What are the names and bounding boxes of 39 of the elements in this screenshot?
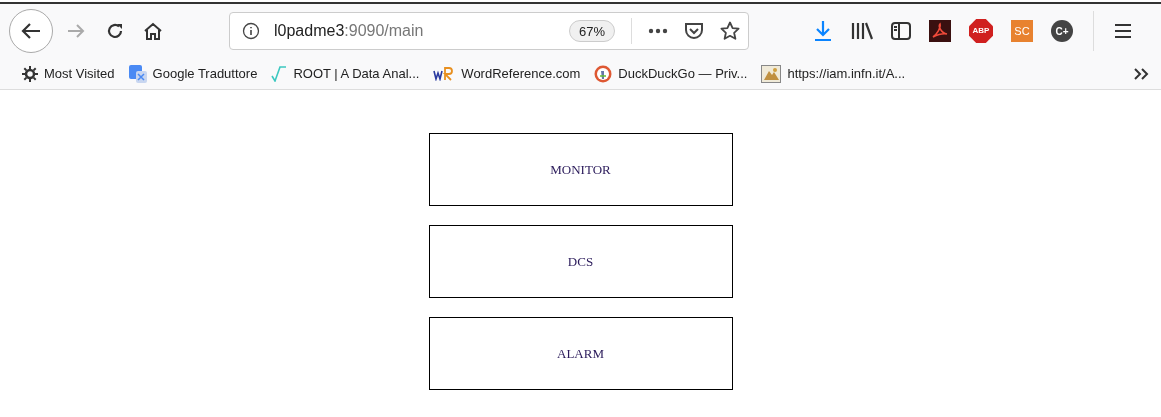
library-icon[interactable] [851,22,873,40]
more-icon[interactable] [648,28,668,34]
bookmark-item[interactable]: https://iam.infn.it/A... [761,63,906,84]
zoom-level[interactable]: 67% [568,20,615,42]
home-icon [143,22,163,40]
bookmark-item[interactable]: Google Traduttore [128,63,258,84]
back-button[interactable] [9,9,53,53]
gear-icon [22,65,38,82]
document-icon[interactable] [929,20,951,42]
url-text: l0padme3:9090/main [274,21,424,41]
menu-button[interactable]: ALARM [428,317,733,390]
image-icon [761,64,782,83]
translate-icon [128,64,147,83]
forward-arrow-icon [67,23,85,39]
menu-button[interactable] [1114,23,1132,39]
duck-icon [594,64,613,83]
menu-button[interactable]: DCS [428,225,733,298]
menu-button[interactable]: MONITOR [428,133,733,206]
sidebar-icon[interactable] [891,22,911,40]
pocket-icon[interactable] [684,22,704,40]
more-bookmarks-button[interactable] [1133,66,1149,81]
wr-logo-icon [433,66,456,81]
extension-button[interactable]: C+ [1051,20,1073,42]
home-button[interactable] [143,22,163,40]
star-icon[interactable] [720,21,740,41]
info-icon[interactable] [242,22,260,40]
menu-icon [1114,23,1132,39]
back-arrow-icon [21,22,41,40]
square-root-icon [271,65,288,82]
download-icon[interactable] [813,20,833,42]
reload-button[interactable] [106,22,124,40]
reload-icon [106,22,124,40]
address-bar[interactable]: l0padme3:9090/main 67% [229,12,749,50]
bookmark-item[interactable]: DuckDuckGo — Priv... [594,63,748,84]
adblock-button[interactable]: ABP [969,19,993,43]
chevron-icon [1133,66,1149,81]
bookmark-item[interactable]: Most Visited [22,63,115,84]
bookmark-item[interactable]: ROOT | A Data Anal... [271,63,420,84]
bookmark-item[interactable]: WordReference.com [433,63,581,84]
